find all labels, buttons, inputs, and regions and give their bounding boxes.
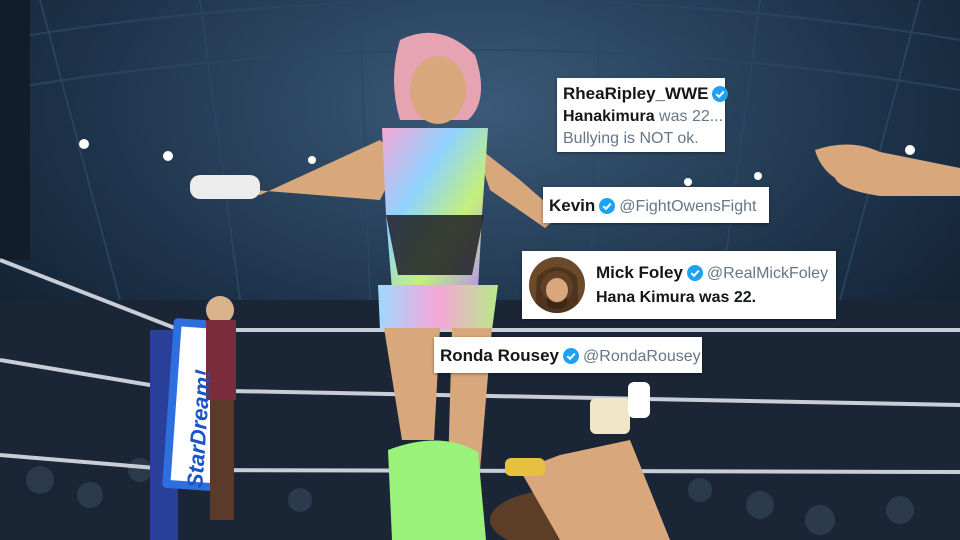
verified-badge-icon xyxy=(712,86,729,107)
tweet-text-line: Hana Kimura was 22. xyxy=(596,289,757,306)
tweet-author-name: Kevin xyxy=(549,196,596,215)
avatar xyxy=(529,257,585,313)
verified-badge-icon xyxy=(686,265,703,286)
tweet-card-mick-foley[interactable]: Mick Foley @RealMickFoley Hana Kimura wa… xyxy=(522,251,836,319)
tweet-handle: @RealMickFoley xyxy=(706,265,829,282)
tweet-card-kevin[interactable]: Kevin @FightOwensFight xyxy=(543,187,769,223)
ring-sign-text: StarDream! xyxy=(182,369,215,489)
tweet-handle: @FightOwensFight xyxy=(619,198,757,215)
tweet-author-name: Mick Foley xyxy=(596,263,683,282)
tweet-handle: @RondaRousey xyxy=(583,348,701,365)
verified-badge-icon xyxy=(563,348,580,369)
ring-sign: StarDream! xyxy=(182,369,215,489)
tweet-text-line: Bullying is NOT ok. xyxy=(563,130,699,147)
tweet-author-name: RheaRipley_WWE xyxy=(563,84,709,103)
scaffold-left xyxy=(0,0,30,260)
tweet-text-line: Hanakimura was 22... xyxy=(563,108,724,125)
tweet-card-rhea[interactable]: RheaRipley_WWE Hanakimura was 22... Bull… xyxy=(557,78,729,152)
tweet-card-ronda-rousey[interactable]: Ronda Rousey @RondaRousey xyxy=(434,337,702,373)
verified-badge-icon xyxy=(599,198,616,219)
tweet-author-name: Ronda Rousey xyxy=(440,346,560,365)
